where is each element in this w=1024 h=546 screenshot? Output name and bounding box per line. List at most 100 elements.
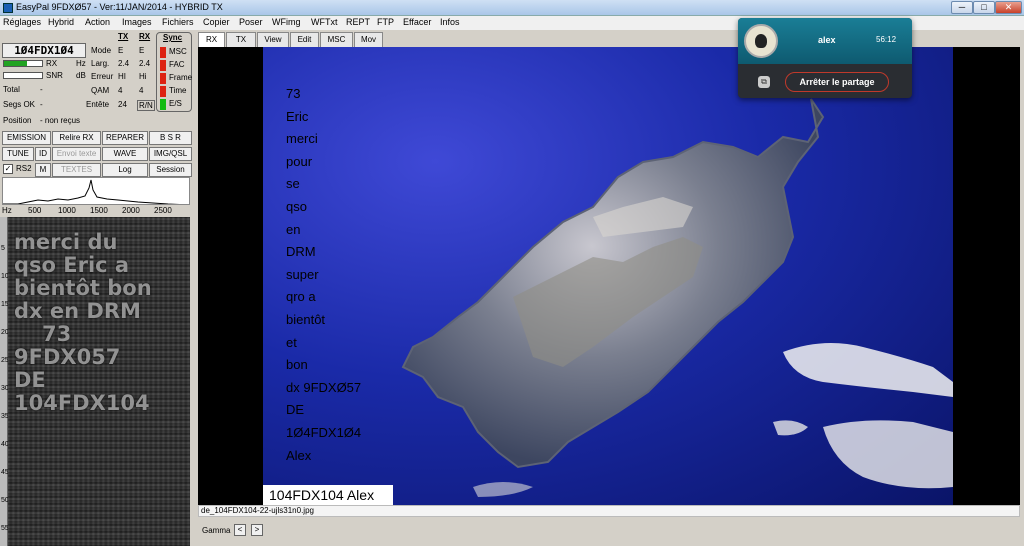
- caption-line: qro a: [286, 289, 316, 305]
- tab-edit[interactable]: Edit: [290, 32, 319, 47]
- callsign-display: 1Ø4FDX1Ø4: [2, 43, 86, 58]
- bsr-button[interactable]: B S R: [149, 131, 192, 145]
- spectrum-tick-1500: 1500: [90, 206, 108, 215]
- window-title: EasyPal 9FDXØ57 - Ver:11/JAN/2014 - HYBR…: [16, 2, 223, 12]
- time-led: [160, 86, 166, 97]
- waterfall-line: dx en DRM: [14, 299, 141, 323]
- screen-share-icon[interactable]: ⧉: [758, 76, 770, 88]
- stop-sharing-button[interactable]: Arrêter le partage: [785, 72, 889, 92]
- menu-effacer[interactable]: Effacer: [403, 17, 431, 27]
- caption-line: qso: [286, 198, 307, 214]
- minimize-button[interactable]: ─: [951, 1, 973, 14]
- snr-label: SNR: [46, 71, 63, 80]
- avatar-emblem: [755, 34, 767, 48]
- rx-mode: E: [139, 46, 145, 55]
- share-user-name: alex: [818, 35, 836, 45]
- tx-header: TX: [118, 32, 129, 41]
- waterfall-text: merci du qso Eric a bientôt bon dx en DR…: [14, 231, 152, 415]
- image-viewer: 73 Eric merci pour se qso en DRM super q…: [198, 47, 1020, 505]
- spectrum-tick-1000: 1000: [58, 206, 76, 215]
- ruler-mark: 5: [1, 245, 5, 252]
- entete-label: Entête: [86, 100, 110, 109]
- rx-qam: 4: [139, 86, 144, 95]
- title-bar: EasyPal 9FDXØ57 - Ver:11/JAN/2014 - HYBR…: [0, 0, 1024, 16]
- db-label: dB: [76, 71, 86, 80]
- caption-line: merci: [286, 131, 318, 147]
- caption-line: DE: [286, 402, 305, 418]
- menu-fichiers[interactable]: Fichiers: [162, 17, 194, 27]
- rx-erreur: Hi: [139, 72, 147, 81]
- waterfall-ruler: 5 10 15 20 25 30 35 40 45 50 55: [0, 217, 9, 546]
- spectrum-tick-2000: 2000: [122, 206, 140, 215]
- img-qsl-button[interactable]: IMG/QSL: [149, 147, 192, 161]
- tab-msc[interactable]: MSC: [320, 32, 353, 47]
- avatar: [744, 24, 778, 58]
- emission-button[interactable]: EMISSION: [2, 131, 51, 145]
- spectrum-display[interactable]: [2, 177, 190, 205]
- fac-led: [160, 60, 166, 71]
- caption-line: en: [286, 221, 301, 237]
- waterfall-display[interactable]: merci du qso Eric a bientôt bon dx en DR…: [8, 217, 190, 546]
- menu-wftxt[interactable]: WFTxt: [311, 17, 338, 27]
- rs2-checkbox[interactable]: ✓: [3, 164, 13, 174]
- gamma-decrease-button[interactable]: <: [234, 524, 246, 536]
- tab-view[interactable]: View: [257, 32, 289, 47]
- tab-mov[interactable]: Mov: [354, 32, 383, 47]
- tune-button[interactable]: TUNE: [2, 147, 34, 161]
- share-header: alex 56:12: [738, 18, 912, 64]
- m-button[interactable]: M: [35, 163, 51, 177]
- session-button[interactable]: Session: [149, 163, 192, 177]
- rs2-label: RS2: [16, 164, 32, 173]
- log-button[interactable]: Log: [102, 163, 148, 177]
- frame-led: [160, 73, 166, 84]
- close-button[interactable]: ✕: [995, 1, 1022, 14]
- tx-larg: 2.4: [118, 59, 130, 68]
- caption-line: dx 9FDXØ57: [286, 379, 362, 395]
- maximize-button[interactable]: □: [973, 1, 995, 14]
- envoi-texte-button[interactable]: Envoi texte: [52, 147, 101, 161]
- caption-line: et: [286, 334, 297, 350]
- larg-label: Larg.: [91, 59, 110, 68]
- fac-label: FAC: [169, 60, 185, 69]
- caption-line: 73: [286, 86, 301, 101]
- waterfall-line: DE: [14, 368, 46, 392]
- gamma-bar: Gamma < >: [198, 522, 1020, 540]
- received-image: 73 Eric merci pour se qso en DRM super q…: [263, 47, 953, 505]
- reparer-button[interactable]: REPARER: [102, 131, 148, 145]
- caption-line: pour: [286, 153, 313, 169]
- image-name-label: 104FDX104 Alex: [263, 485, 393, 505]
- menu-poser[interactable]: Poser: [239, 17, 263, 27]
- frame-label: Frame: [169, 73, 193, 82]
- menu-rept[interactable]: REPT: [346, 17, 370, 27]
- gamma-increase-button[interactable]: >: [251, 524, 263, 536]
- id-button[interactable]: ID: [35, 147, 51, 161]
- hz-label: Hz: [76, 59, 86, 68]
- tab-tx[interactable]: TX: [226, 32, 256, 47]
- qam-label: QAM: [91, 86, 110, 95]
- menu-infos[interactable]: Infos: [440, 17, 460, 27]
- screen-share-popup: alex 56:12 ⧉ Arrêter le partage: [738, 18, 912, 98]
- menu-wfimg[interactable]: WFimg: [272, 17, 301, 27]
- erreur-label: Erreur: [91, 72, 114, 81]
- tx-mode: E: [118, 46, 124, 55]
- caption-line: super: [286, 266, 319, 282]
- spectrum-trace: [3, 179, 180, 204]
- rx-entete: R/N: [137, 100, 155, 111]
- position-value: - non reçus: [40, 116, 81, 125]
- textes-button[interactable]: TEXTES: [52, 163, 101, 177]
- waterfall-line: merci du: [14, 230, 118, 254]
- sync-panel: Sync MSC FAC Frame Time E/S: [156, 32, 192, 112]
- wave-button[interactable]: WAVE: [102, 147, 148, 161]
- menu-copier[interactable]: Copier: [203, 17, 230, 27]
- menu-hybrid[interactable]: Hybrid: [48, 17, 74, 27]
- menu-reglages[interactable]: Réglages: [3, 17, 41, 27]
- es-led: [160, 99, 166, 110]
- tab-rx[interactable]: RX: [198, 32, 225, 48]
- relire-rx-button[interactable]: Relire RX: [52, 131, 101, 145]
- menu-images[interactable]: Images: [122, 17, 152, 27]
- spectrum-axis: Hz 500 1000 1500 2000 2500: [2, 206, 190, 216]
- caption-line: DRM: [286, 244, 316, 260]
- menu-action[interactable]: Action: [85, 17, 110, 27]
- position-label: Position: [3, 116, 32, 125]
- menu-ftp[interactable]: FTP: [377, 17, 394, 27]
